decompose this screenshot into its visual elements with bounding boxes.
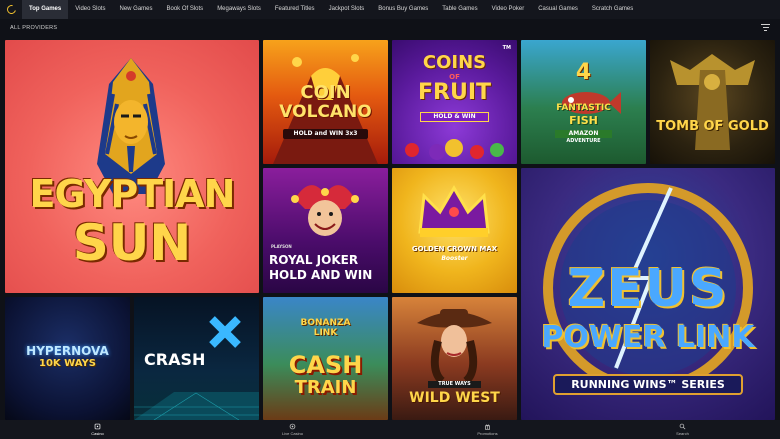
bonanza-title-line4: TRAIN	[294, 377, 357, 398]
game-tile-coin-volcano[interactable]: COIN VOLCANO HOLD and WIN 3x3	[263, 40, 388, 164]
egyptian-sun-title-line2: SUN	[72, 214, 192, 272]
crash-title: CRASH	[144, 350, 206, 369]
tab-video-poker[interactable]: Video Poker	[485, 0, 532, 19]
game-tile-royal-joker[interactable]: PLAYSON ROYAL JOKER HOLD AND WIN	[263, 168, 388, 293]
fantastic-fish-number: 4	[575, 60, 592, 85]
bottom-nav-search-label: Search	[676, 431, 689, 436]
game-tile-bonanza-link-cash-train[interactable]: BONANZA LINK CASH TRAIN	[263, 297, 388, 420]
royal-joker-provider: PLAYSON	[271, 244, 292, 249]
coin-volcano-title-line2: VOLCANO	[279, 102, 372, 122]
provider-filter-bar: ALL PROVIDERS	[0, 19, 780, 36]
crown-image	[418, 185, 490, 237]
casino-icon	[94, 423, 101, 430]
bottom-navigation: Casino Live Casino Promotions Search	[0, 420, 780, 439]
bottom-nav-promotions-label: Promotions	[477, 431, 498, 436]
royal-joker-title-line2: HOLD AND WIN	[269, 268, 373, 282]
promotions-icon	[485, 424, 490, 430]
fruit-image	[405, 139, 504, 160]
coins-of-fruit-tm: TM	[502, 45, 511, 51]
tab-featured-titles[interactable]: Featured Titles	[268, 0, 322, 19]
egyptian-sun-title-line1: EGYPTIAN	[29, 172, 236, 216]
tab-bonus-buy-games[interactable]: Bonus Buy Games	[371, 0, 435, 19]
all-providers-dropdown[interactable]: ALL PROVIDERS	[10, 25, 57, 31]
tab-jackpot-slots[interactable]: Jackpot Slots	[322, 0, 372, 19]
search-icon	[679, 423, 686, 430]
coins-of-fruit-title-line1: COINS	[422, 52, 487, 73]
tomb-statue-image	[670, 54, 755, 150]
zeus-badge: RUNNING WINS™ SERIES	[553, 374, 743, 395]
top-navigation: Top Games Video Slots New Games Book Of …	[0, 0, 780, 19]
bonanza-title-line2: LINK	[313, 328, 338, 338]
bottom-nav-casino-label: Casino	[91, 431, 104, 436]
game-tile-crash-x[interactable]: CRASH	[134, 297, 259, 420]
brand-logo[interactable]	[0, 0, 22, 19]
logo-ring-icon	[4, 3, 18, 16]
royal-joker-title-line1: ROYAL JOKER	[269, 253, 359, 267]
game-tile-tomb-of-gold[interactable]: TOMB OF GOLD	[650, 40, 775, 164]
game-tile-coins-of-fruit[interactable]: TM COINS OF FRUIT HOLD & WIN	[392, 40, 517, 164]
wild-west-badge: TRUE WAYS	[428, 381, 481, 388]
fantastic-fish-title-line2: FISH	[569, 114, 598, 127]
fantastic-fish-title-line1: FANTASTIC	[556, 103, 611, 113]
game-tile-golden-crown-max[interactable]: GOLDEN CROWN MAX Booster	[392, 168, 517, 293]
filter-icon[interactable]	[761, 24, 770, 31]
hypernova-title-line2: 10K WAYS	[39, 358, 96, 369]
tab-table-games[interactable]: Table Games	[435, 0, 484, 19]
live-casino-icon	[289, 423, 296, 430]
game-tile-fantastic-fish[interactable]: 4 FANTASTIC FISH AMAZON ADVENTURE	[521, 40, 646, 164]
zeus-title-line2: POWER LINK	[541, 320, 755, 355]
tab-scratch-games[interactable]: Scratch Games	[585, 0, 640, 19]
wild-west-title: WILD WEST	[409, 390, 500, 406]
game-tile-zeus-power-link[interactable]: ZEUS POWER LINK RUNNING WINS™ SERIES	[521, 168, 775, 420]
tab-casual-games[interactable]: Casual Games	[531, 0, 585, 19]
coin-volcano-title-line1: COIN	[300, 82, 351, 103]
game-tile-wild-west[interactable]: TRUE WAYS WILD WEST	[392, 297, 517, 420]
tab-megaways-slots[interactable]: Megaways Slots	[210, 0, 268, 19]
tab-video-slots[interactable]: Video Slots	[68, 0, 112, 19]
bonanza-title-line1: BONANZA	[300, 318, 351, 328]
golden-crown-title-line2: Booster	[441, 255, 468, 262]
bonanza-title-line3: CASH	[288, 351, 363, 379]
golden-crown-title-line1: GOLDEN CROWN MAX	[411, 245, 498, 253]
cowgirl-image	[417, 309, 492, 381]
zeus-title-line1: ZEUS	[567, 259, 729, 319]
hypernova-title-line1: HYPERNOVA	[26, 344, 109, 358]
fantastic-fish-title-line3: AMAZON	[555, 130, 612, 138]
bottom-nav-casino[interactable]: Casino	[0, 420, 195, 439]
tab-new-games[interactable]: New Games	[112, 0, 159, 19]
joker-image	[291, 185, 359, 236]
coins-of-fruit-badge: HOLD & WIN	[420, 112, 489, 122]
coins-of-fruit-title-line2: FRUIT	[417, 80, 492, 105]
game-tile-egyptian-sun[interactable]: EGYPTIAN SUN	[5, 40, 259, 293]
coin-volcano-badge: HOLD and WIN 3x3	[283, 129, 368, 139]
tomb-of-gold-title: TOMB OF GOLD	[656, 119, 769, 134]
bottom-nav-promotions[interactable]: Promotions	[390, 420, 585, 439]
fantastic-fish-title-line4: ADVENTURE	[566, 138, 601, 144]
tab-top-games[interactable]: Top Games	[22, 0, 69, 19]
bottom-nav-search[interactable]: Search	[585, 420, 780, 439]
tab-book-of-slots[interactable]: Book Of Slots	[160, 0, 211, 19]
game-tile-hypernova[interactable]: HYPERNOVA 10K WAYS	[5, 297, 130, 420]
bottom-nav-live-casino[interactable]: Live Casino	[195, 420, 390, 439]
bottom-nav-live-casino-label: Live Casino	[282, 431, 303, 436]
